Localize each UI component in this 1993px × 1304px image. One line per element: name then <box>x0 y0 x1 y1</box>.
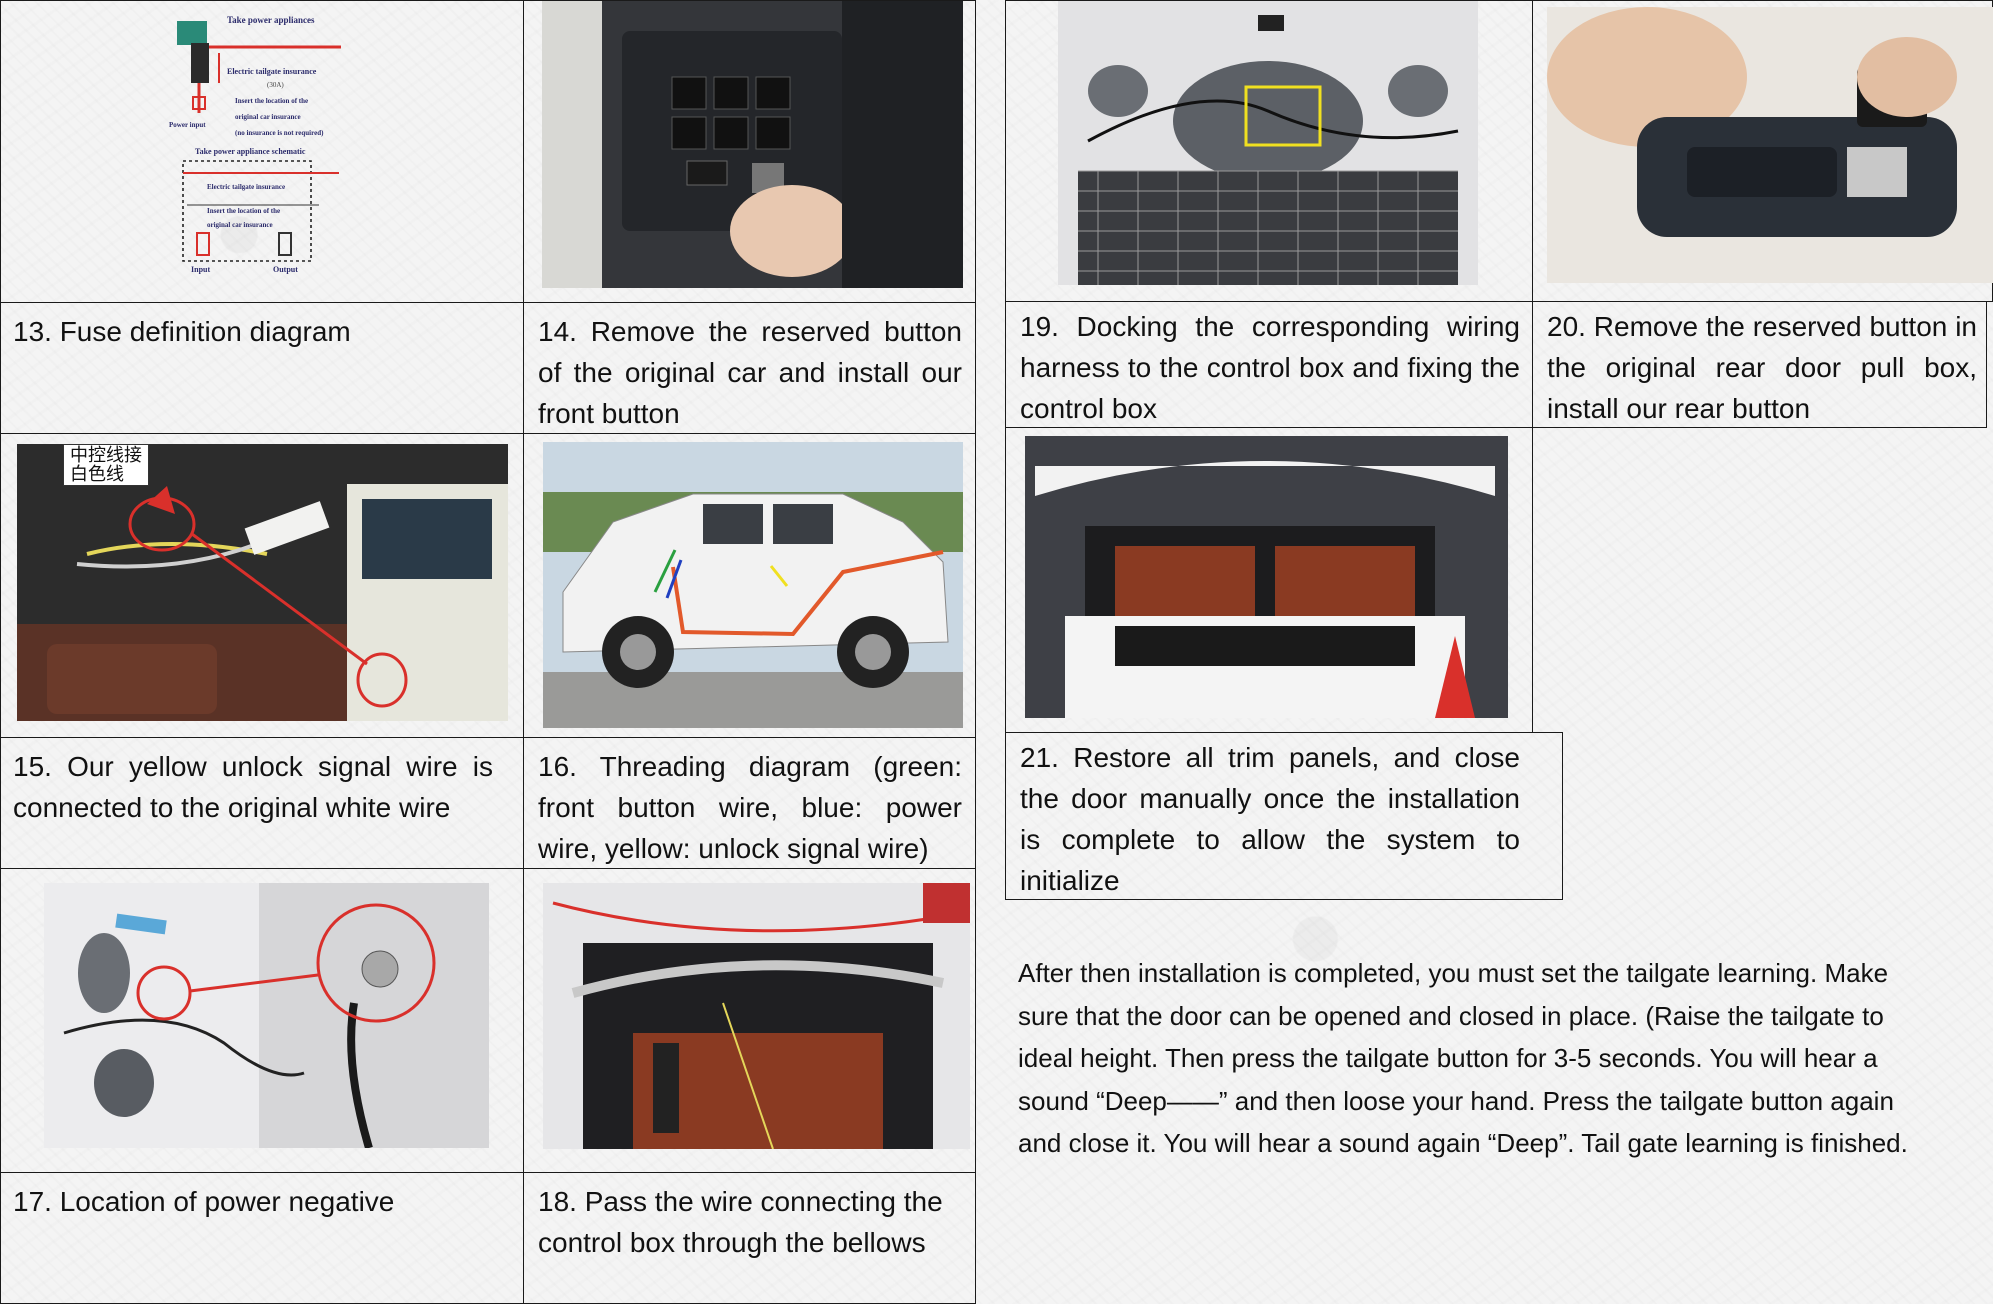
photo-wire-label-line-1: 中控线接 <box>70 445 142 466</box>
photo-trim-restored <box>1025 436 1508 718</box>
caption-step-17: 17. Location of power negative <box>13 1186 395 1217</box>
caption-step-14: 14. Remove the reserved button of the or… <box>538 316 962 429</box>
photo-power-negative <box>44 883 489 1148</box>
cell-step-20-caption: 20. Remove the reserved button in the or… <box>1532 301 1987 428</box>
caption-step-13: 13. Fuse definition diagram <box>13 316 351 347</box>
fuse-diagram-schematic-title: Take power appliance schematic <box>195 147 306 156</box>
cell-step-16-caption: 16. Threading diagram (green: front butt… <box>523 737 976 869</box>
fuse-diagram-title: Take power appliances <box>227 15 315 25</box>
cell-step-18-image <box>523 868 976 1173</box>
cell-step-14-image <box>523 0 976 303</box>
cell-step-18-caption: 18. Pass the wire connecting the control… <box>523 1172 976 1304</box>
photo-wire-through-bellows <box>543 883 970 1149</box>
photo-wire-label: 中控线接 白色线 <box>63 444 149 486</box>
photo-wire-label-line-2: 白色线 <box>70 464 124 485</box>
tailgate-learning-note: After then installation is completed, yo… <box>1018 958 1908 1158</box>
cell-step-17-caption: 17. Location of power negative <box>0 1172 524 1304</box>
fuse-definition-diagram: Take power appliances Electric tailgate … <box>169 13 359 281</box>
caption-step-18: 18. Pass the wire connecting the control… <box>538 1186 943 1258</box>
photo-unlock-wire-connection: 中控线接 白色线 <box>17 444 508 721</box>
fuse-diagram-power-input: Power input <box>169 121 206 129</box>
fuse-diagram-insert-note-3: (no insurance is not required) <box>235 129 324 137</box>
cell-step-15-caption: 15. Our yellow unlock signal wire is con… <box>0 737 524 869</box>
fuse-diagram-inner-insert-2: original car insurance <box>207 221 273 229</box>
cell-step-20-image <box>1532 0 1993 302</box>
photo-control-box-wiring <box>1058 1 1478 285</box>
caption-step-15: 15. Our yellow unlock signal wire is con… <box>13 751 493 823</box>
caption-step-20: 20. Remove the reserved button in the or… <box>1547 311 1977 424</box>
caption-step-16: 16. Threading diagram (green: front butt… <box>538 751 962 864</box>
caption-step-21: 21. Restore all trim panels, and close t… <box>1020 742 1520 896</box>
fuse-diagram-inner-insurance: Electric tailgate insurance <box>207 183 286 191</box>
cell-step-17-image <box>0 868 524 1173</box>
fuse-diagram-inner-insert-1: Insert the location of the <box>207 207 281 215</box>
cell-step-13-caption: 13. Fuse definition diagram <box>0 302 524 434</box>
cell-step-21-image <box>1005 427 1533 733</box>
fuse-diagram-amps: (30A) <box>267 81 284 89</box>
cell-step-15-image: 中控线接 白色线 <box>0 433 524 738</box>
fuse-diagram-insert-note-2: original car insurance <box>235 113 301 121</box>
cell-step-16-image <box>523 433 976 738</box>
cell-step-14-caption: 14. Remove the reserved button of the or… <box>523 302 976 434</box>
cell-step-21-caption: 21. Restore all trim panels, and close t… <box>1005 732 1563 900</box>
cell-step-13-image: Take power appliances Electric tailgate … <box>0 0 524 303</box>
photo-rear-door-pull-box <box>1547 7 1993 283</box>
cell-step-19-caption: 19. Docking the corresponding wiring har… <box>1005 301 1533 428</box>
fuse-diagram-input: Input <box>191 265 211 274</box>
photo-front-button-install <box>542 1 963 288</box>
fuse-diagram-tailgate-insurance: Electric tailgate insurance <box>227 67 317 76</box>
caption-step-19: 19. Docking the corresponding wiring har… <box>1020 311 1520 424</box>
cell-step-19-image <box>1005 0 1533 302</box>
fuse-diagram-output: Output <box>273 265 298 274</box>
photo-threading-diagram <box>543 442 963 728</box>
fuse-diagram-insert-note-1: Insert the location of the <box>235 97 309 105</box>
